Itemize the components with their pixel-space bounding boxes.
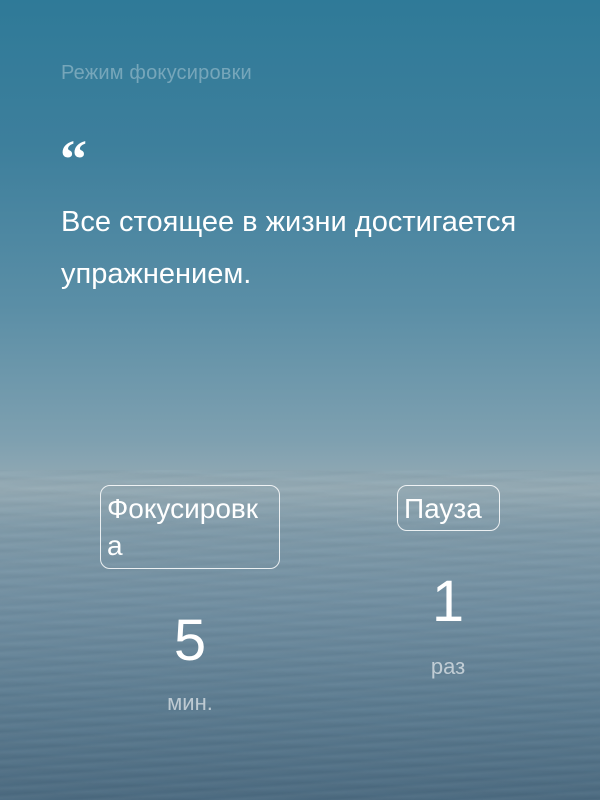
quote-text: Все стоящее в жизни достигается упражнен…	[61, 206, 517, 290]
pause-count-value[interactable]: 1	[408, 573, 488, 631]
pause-count-unit: раз	[430, 654, 466, 679]
page-title: Режим фокусировки	[61, 62, 252, 84]
pause-mode-button[interactable]: Пауза	[397, 485, 500, 531]
focus-mode-button[interactable]: Фокусировка	[100, 485, 280, 569]
quote-mark-icon: “	[60, 129, 87, 189]
focus-mode-screen: { "header": { "title": "Режим фокусировк…	[0, 0, 600, 800]
focus-duration-value[interactable]: 5	[150, 612, 230, 670]
water-background	[0, 470, 600, 800]
focus-duration-unit: мин.	[167, 690, 213, 715]
